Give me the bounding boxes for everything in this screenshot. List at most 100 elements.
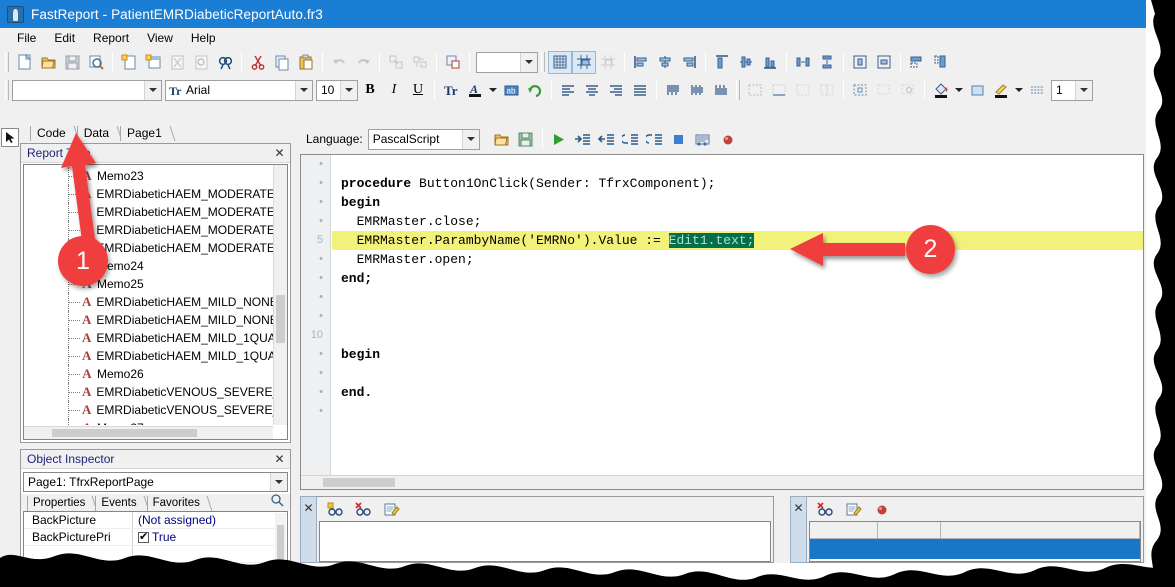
align-to-grid-icon[interactable] xyxy=(596,51,620,74)
property-row[interactable]: BackPicture (Not assigned) xyxy=(24,512,287,529)
code-line[interactable]: end. xyxy=(332,383,1143,402)
align-top-icon[interactable] xyxy=(710,51,734,74)
code-line[interactable]: EMRMaster.close; xyxy=(332,212,1143,231)
gutter-dot[interactable]: • xyxy=(301,269,330,288)
code-line[interactable] xyxy=(332,364,1143,383)
frame-style-dropdown-icon[interactable] xyxy=(1013,79,1025,102)
column-header[interactable] xyxy=(810,522,878,538)
align-text-right-icon[interactable] xyxy=(604,79,628,102)
center-horizontally-page-icon[interactable] xyxy=(848,51,872,74)
report-tree-vscrollbar[interactable] xyxy=(273,165,287,425)
bold-button[interactable]: B xyxy=(358,79,382,102)
menu-item-edit[interactable]: Edit xyxy=(45,29,84,47)
code-line[interactable]: EMRMaster.open; xyxy=(332,250,1143,269)
gutter-dot[interactable]: • xyxy=(301,345,330,364)
column-header[interactable] xyxy=(941,522,1140,538)
gutter-dot[interactable]: • xyxy=(301,307,330,326)
gutter-dot[interactable]: • xyxy=(301,364,330,383)
close-icon[interactable]: ✕ xyxy=(272,146,287,161)
code-line[interactable] xyxy=(332,326,1143,345)
magnifier-icon[interactable] xyxy=(270,493,284,510)
fill-color-dropdown-icon[interactable] xyxy=(953,79,965,102)
font-name-combo[interactable]: Tr Arial xyxy=(165,79,313,101)
step-over-icon[interactable] xyxy=(595,128,619,151)
column-header[interactable] xyxy=(878,522,941,538)
open-script-icon[interactable] xyxy=(490,128,514,151)
tree-item[interactable]: A EMRDiabeticHAEM_MILD_NONE_O xyxy=(24,293,273,311)
menu-item-view[interactable]: View xyxy=(138,29,182,47)
chevron-down-icon[interactable] xyxy=(144,80,161,100)
code-line[interactable] xyxy=(332,307,1143,326)
trace-into-icon[interactable] xyxy=(619,128,643,151)
scrollbar-thumb[interactable] xyxy=(323,478,395,487)
font-size-combo[interactable]: 10 xyxy=(316,79,358,101)
ungroup-icon[interactable] xyxy=(408,51,432,74)
align-text-top-icon[interactable] xyxy=(661,79,685,102)
scrollbar-thumb[interactable] xyxy=(52,429,197,437)
space-vertically-icon[interactable] xyxy=(815,51,839,74)
tab-properties[interactable]: Properties xyxy=(27,496,91,511)
gutter-dot[interactable]: • xyxy=(301,402,330,421)
border-bottom-icon[interactable] xyxy=(767,79,791,102)
frame-style-icon[interactable] xyxy=(989,79,1013,102)
cut-icon[interactable] xyxy=(246,51,270,74)
code-editor[interactable]: • • • • 5 • • • • 10 • • • • procedure Button1OnClick… xyxy=(300,154,1144,490)
tree-item[interactable]: A EMRDiabeticVENOUS_SEVERE_OD xyxy=(24,383,273,401)
toolbar-grip[interactable] xyxy=(5,80,9,100)
paste-icon[interactable] xyxy=(294,51,318,74)
border-editor-icon[interactable] xyxy=(896,79,920,102)
snap-to-grid-icon[interactable] xyxy=(572,50,596,74)
code-line[interactable] xyxy=(332,288,1143,307)
tree-item[interactable]: A Memo27 xyxy=(24,419,273,425)
tab-code[interactable]: Code xyxy=(30,126,72,141)
border-shadow-icon[interactable] xyxy=(872,79,896,102)
gutter-dot[interactable]: • xyxy=(301,288,330,307)
step-into-icon[interactable] xyxy=(571,128,595,151)
gutter-dot[interactable]: • xyxy=(301,193,330,212)
code-hscrollbar[interactable] xyxy=(301,475,1143,489)
undo-icon[interactable] xyxy=(327,51,351,74)
font-color-icon[interactable]: A xyxy=(463,79,487,102)
add-watch-icon[interactable] xyxy=(323,498,347,521)
align-left-icon[interactable] xyxy=(629,51,653,74)
tree-item[interactable]: A EMRDiabeticHAEM_MILD_1QUAD_ xyxy=(24,347,273,365)
select-tool-icon[interactable] xyxy=(1,128,19,147)
same-width-icon[interactable] xyxy=(905,51,929,74)
tree-item[interactable]: A EMRDiabeticHAEM_MILD_NONE_O xyxy=(24,311,273,329)
edit-watch-icon[interactable] xyxy=(379,498,403,521)
fill-color-icon[interactable] xyxy=(929,79,953,102)
gutter-dot[interactable]: • xyxy=(301,212,330,231)
evaluate-icon[interactable] xyxy=(691,128,715,151)
gutter-line-number[interactable]: 10 xyxy=(301,326,330,345)
group-icon[interactable] xyxy=(384,51,408,74)
align-center-horizontal-icon[interactable] xyxy=(653,51,677,74)
tree-item[interactable]: A Memo23 xyxy=(24,167,273,185)
redo-icon[interactable] xyxy=(351,51,375,74)
tree-item[interactable]: A EMRDiabeticHAEM_MILD_1QUAD_ xyxy=(24,329,273,347)
toolbar-grip[interactable] xyxy=(5,52,9,72)
chevron-down-icon[interactable] xyxy=(295,80,312,100)
border-frame-icon[interactable] xyxy=(848,79,872,102)
line-width-combo[interactable]: 1 xyxy=(1051,79,1093,101)
toolbar-grip[interactable] xyxy=(736,80,740,100)
gutter-dot[interactable]: • xyxy=(301,250,330,269)
same-height-icon[interactable] xyxy=(929,51,953,74)
border-box-icon[interactable] xyxy=(815,79,839,102)
align-text-left-icon[interactable] xyxy=(556,79,580,102)
chevron-down-icon[interactable] xyxy=(270,473,287,491)
object-selector-combo[interactable]: Page1: TfrxReportPage xyxy=(23,472,288,492)
tab-page1[interactable]: Page1 xyxy=(120,126,168,141)
toolbar-grip[interactable] xyxy=(541,52,545,72)
space-horizontally-icon[interactable] xyxy=(791,51,815,74)
font-color-dropdown-icon[interactable] xyxy=(487,79,499,102)
align-middle-icon[interactable] xyxy=(734,51,758,74)
close-icon[interactable]: ✕ xyxy=(272,452,287,467)
line-style-icon[interactable] xyxy=(1025,79,1049,102)
font-dialog-icon[interactable]: Tr xyxy=(439,79,463,102)
save-report-icon[interactable] xyxy=(60,51,84,74)
show-grid-icon[interactable] xyxy=(548,50,572,74)
code-selection[interactable]: Edit1.text; xyxy=(668,233,755,248)
tab-events[interactable]: Events xyxy=(95,496,142,511)
code-line[interactable] xyxy=(332,155,1143,174)
new-dialog-icon[interactable] xyxy=(141,51,165,74)
